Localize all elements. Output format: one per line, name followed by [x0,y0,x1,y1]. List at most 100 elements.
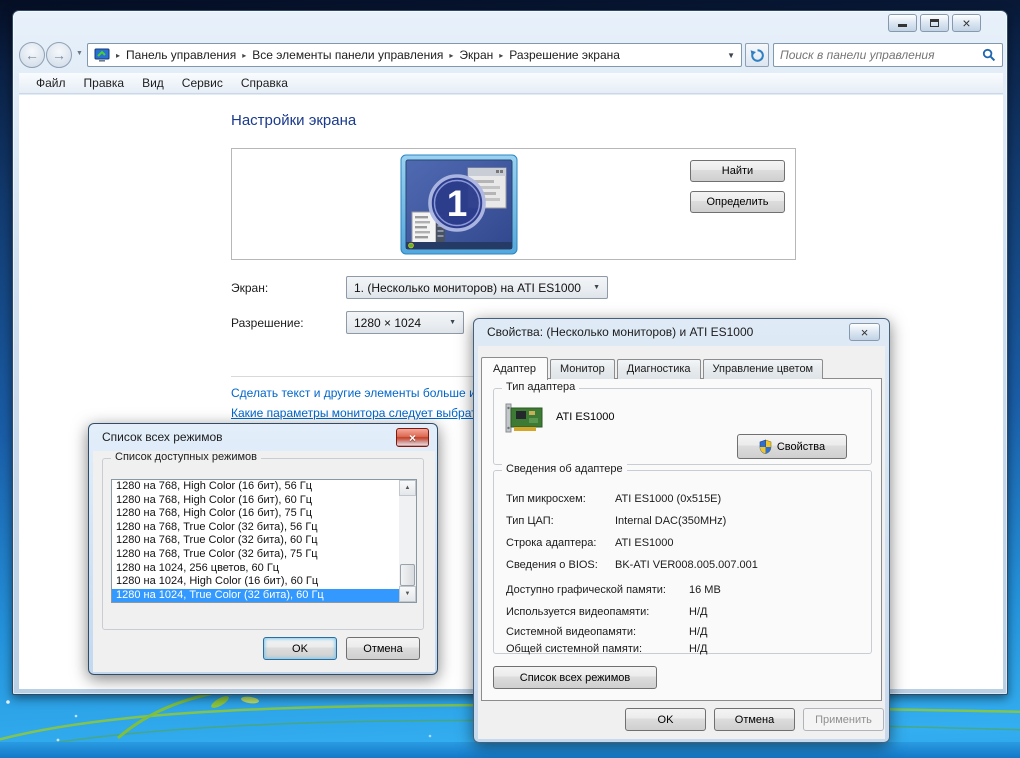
search-icon[interactable] [982,48,996,62]
menu-edit[interactable]: Правка [75,76,134,90]
resolution-label: Разрешение: [231,316,304,330]
scroll-up-button[interactable]: ▲ [399,480,416,496]
breadcrumb-separator-icon: ▸ [242,50,247,60]
scroll-down-button[interactable]: ▼ [399,586,416,602]
maximize-button[interactable] [920,14,949,32]
dialog-body: Адаптер Монитор Диагностика Управление ц… [478,346,885,739]
tab-diagnostics[interactable]: Диагностика [616,359,701,379]
tab-monitor[interactable]: Монитор [549,359,615,379]
close-icon: × [408,430,416,445]
info-row: Общей системной памяти: Н/Д [506,643,865,655]
available-modes-group: Список доступных режимов 1280 на 768, Hi… [102,451,424,630]
breadcrumb-all-items[interactable]: Все элементы панели управления [252,48,443,62]
scrollbar-thumb[interactable] [400,564,415,586]
uac-shield-icon [759,439,772,454]
identify-button[interactable]: Определить [690,191,785,213]
refresh-icon [750,48,764,62]
forward-button[interactable]: → [46,42,72,68]
back-arrow-icon: ← [25,47,39,63]
tab-adapter[interactable]: Адаптер [481,357,548,380]
info-label: Системной видеопамяти: [506,626,637,638]
menu-file[interactable]: Файл [27,76,75,90]
link-monitor-settings-help[interactable]: Какие параметры монитора следует выбрать… [231,406,490,420]
list-item-selected[interactable]: 1280 на 1024, True Color (32 бита), 60 Г… [112,588,399,602]
breadcrumb-screen-resolution[interactable]: Разрешение экрана [509,48,620,62]
adapter-name: ATI ES1000 [556,411,615,423]
screen-label: Экран: [231,281,269,295]
list-all-modes-button[interactable]: Список всех режимов [493,666,657,689]
menu-help[interactable]: Справка [232,76,297,90]
group-label: Тип адаптера [502,381,580,393]
breadcrumb-display[interactable]: Экран [459,48,493,62]
close-button[interactable]: × [952,14,981,32]
scrollbar[interactable]: ▲ ▼ [399,480,416,602]
list-item[interactable]: 1280 на 768, High Color (16 бит), 75 Гц [112,507,399,521]
address-dropdown-icon[interactable]: ▼ [727,51,735,60]
monitor-preview-panel: 1 Найти Определить [231,148,796,260]
breadcrumb-separator-icon: ▸ [499,50,504,60]
monitor-preview[interactable]: 1 [400,154,518,255]
modes-listbox[interactable]: 1280 на 768, High Color (16 бит), 56 Гц … [111,479,417,603]
minimize-icon [898,20,907,27]
chevron-down-icon: ▼ [449,319,456,326]
minimize-button[interactable] [888,14,917,32]
tab-color-management[interactable]: Управление цветом [702,359,824,379]
cancel-button[interactable]: Отмена [714,708,795,731]
info-value: Н/Д [689,626,708,638]
properties-button[interactable]: Свойства [737,434,847,459]
adapter-info-group: Сведения об адаптере Тип микросхем: ATI E… [493,463,872,655]
list-item[interactable]: 1280 на 768, True Color (32 бита), 60 Гц [112,534,399,548]
address-bar[interactable]: ▸ Панель управления ▸ Все элементы панел… [87,43,742,67]
chevron-down-icon: ▼ [593,284,600,291]
info-label: Сведения о BIOS: [506,559,598,571]
info-value: Internal DAC(350MHz) [615,515,727,527]
ok-button[interactable]: OK [625,708,706,731]
close-icon: × [962,15,971,31]
breadcrumb-separator-icon: ▸ [116,50,121,60]
info-row: Системной видеопамяти: Н/Д [506,626,865,638]
screen-combobox[interactable]: 1. (Несколько мониторов) на ATI ES1000 ▼ [346,276,608,299]
info-row: Доступно графической памяти: 16 MB [506,584,865,596]
display-settings-icon [94,48,110,62]
search-box[interactable] [773,43,1003,67]
resolution-combobox[interactable]: 1280 × 1024 ▼ [346,311,464,334]
maximize-icon [930,19,939,27]
adapter-properties-dialog: Свойства: (Несколько мониторов) и ATI ES… [473,318,890,743]
close-button[interactable]: × [849,323,880,341]
info-value: ATI ES1000 (0x515E) [615,493,722,505]
breadcrumb-separator-icon: ▸ [449,50,454,60]
breadcrumb-control-panel[interactable]: Панель управления [126,48,236,62]
dialog-title: Свойства: (Несколько мониторов) и ATI ES… [487,325,754,339]
arrow-down-icon: ▼ [404,591,411,597]
list-item[interactable]: 1280 на 1024, 256 цветов, 60 Гц [112,562,399,576]
info-label: Тип микросхем: [506,493,586,505]
list-item[interactable]: 1280 на 768, True Color (32 бита), 56 Гц [112,521,399,535]
search-input[interactable] [780,48,982,62]
info-row: Используется видеопамяти: Н/Д [506,606,865,618]
menu-view[interactable]: Вид [133,76,173,90]
tab-strip: Адаптер Монитор Диагностика Управление ц… [481,354,825,380]
list-item[interactable]: 1280 на 768, True Color (32 бита), 75 Гц [112,548,399,562]
menu-tools[interactable]: Сервис [173,76,232,90]
group-label: Список доступных режимов [111,451,261,463]
list-item[interactable]: 1280 на 768, High Color (16 бит), 56 Гц [112,480,399,494]
back-button[interactable]: ← [19,42,45,68]
page-title: Настройки экрана [231,112,357,129]
adapter-tab-page: Тип адаптера ATI ES1000 Свойства Сведени… [481,378,882,701]
info-value: 16 MB [689,584,721,596]
forward-arrow-icon: → [52,47,66,63]
find-button[interactable]: Найти [690,160,785,182]
info-value: ATI ES1000 [615,537,674,549]
info-label: Тип ЦАП: [506,515,554,527]
nav-history-chevron-icon[interactable]: ▼ [76,50,83,57]
screen-combobox-value: 1. (Несколько мониторов) на ATI ES1000 [354,280,581,295]
list-item[interactable]: 1280 на 1024, High Color (16 бит), 60 Гц [112,575,399,589]
list-item[interactable]: 1280 на 768, High Color (16 бит), 60 Гц [112,494,399,508]
refresh-button[interactable] [745,43,769,67]
monitor-number: 1 [447,183,468,224]
ok-button[interactable]: OK [263,637,337,660]
close-icon: × [860,324,869,340]
taskbar-strip [0,742,1020,758]
close-button[interactable]: × [396,428,429,447]
cancel-button[interactable]: Отмена [346,637,420,660]
